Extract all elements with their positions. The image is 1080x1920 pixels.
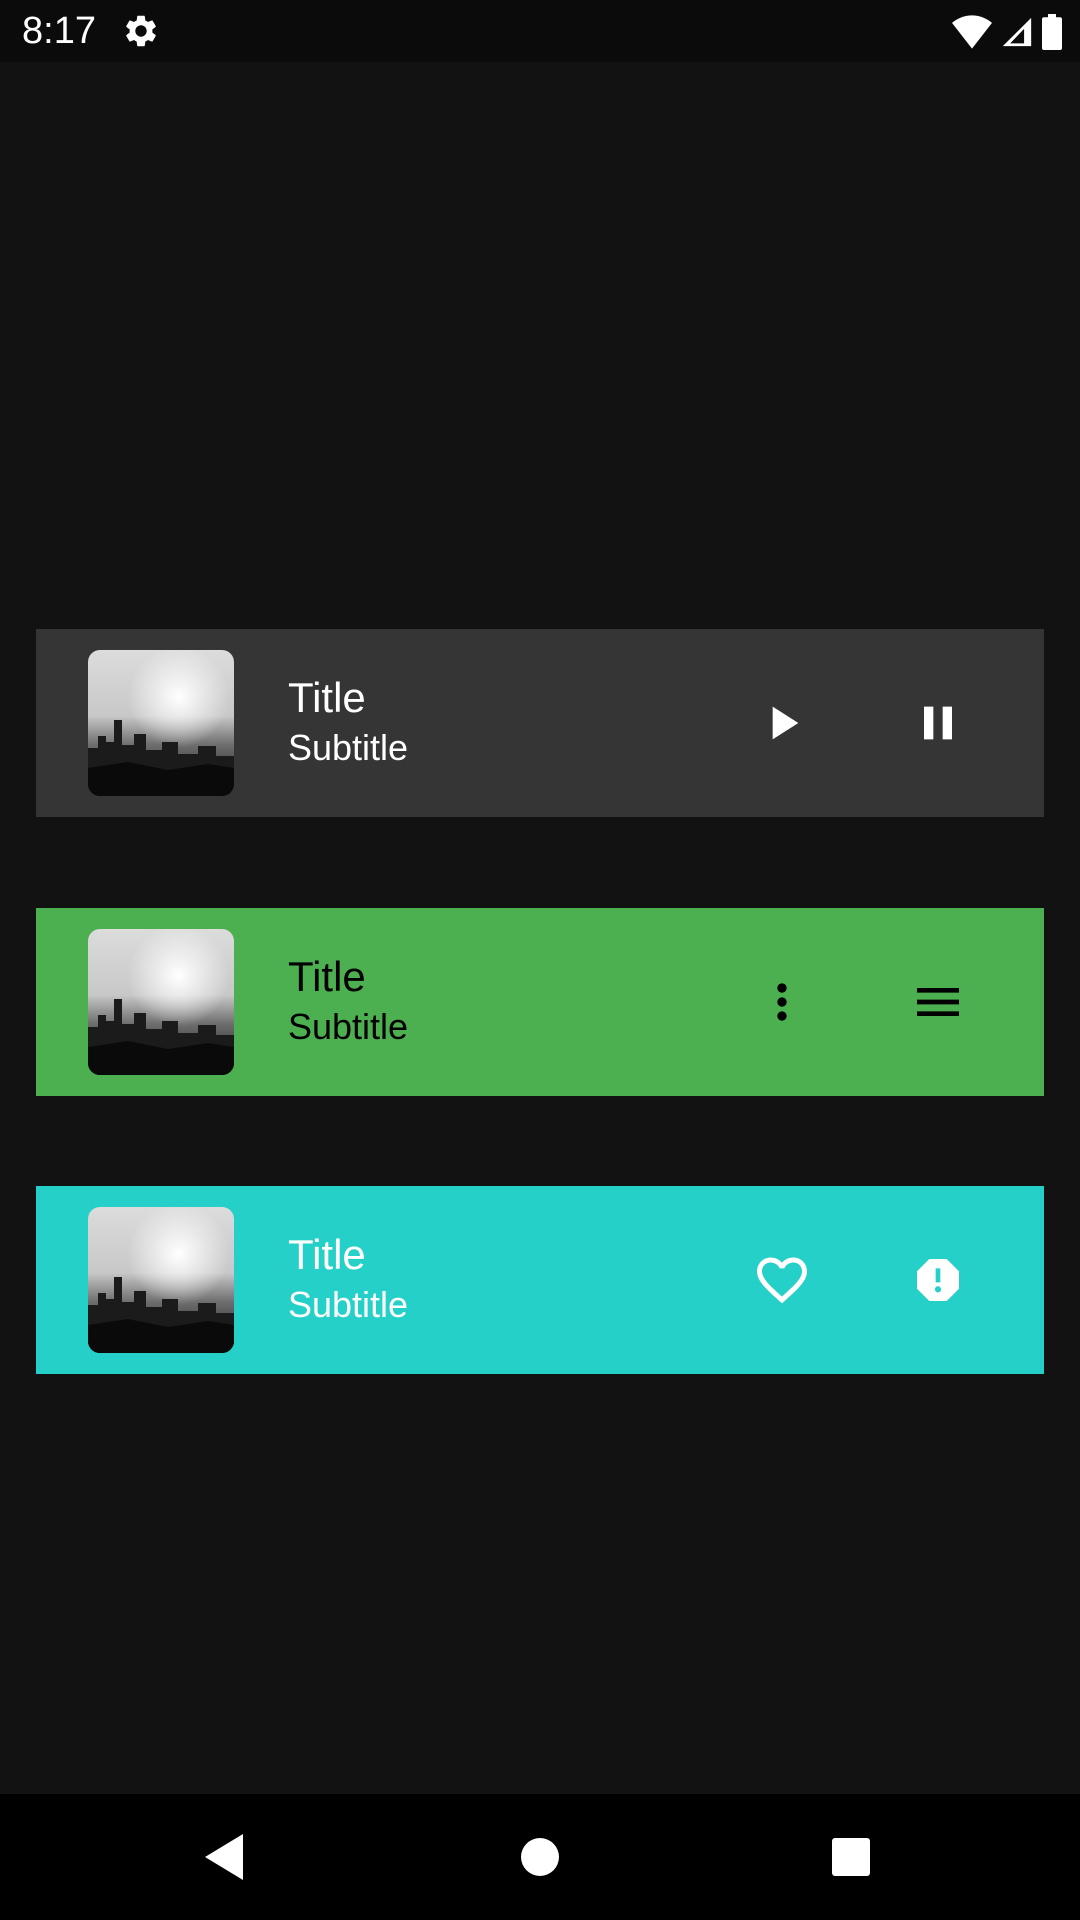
home-button[interactable] bbox=[507, 1824, 573, 1890]
battery-icon bbox=[1042, 14, 1062, 50]
back-button[interactable] bbox=[191, 1824, 257, 1890]
play-icon bbox=[772, 706, 799, 740]
pause-icon bbox=[924, 706, 952, 740]
home-icon bbox=[521, 1838, 559, 1876]
play-button[interactable] bbox=[742, 683, 822, 763]
card-subtitle: Subtitle bbox=[288, 1284, 409, 1325]
gear-icon bbox=[122, 12, 160, 50]
card-subtitle: Subtitle bbox=[288, 727, 409, 768]
card-title: Title bbox=[288, 1231, 366, 1278]
card-title: Title bbox=[288, 674, 366, 721]
thumbnail-image bbox=[88, 1207, 234, 1353]
more-vert-icon bbox=[777, 983, 787, 1021]
media-card-3[interactable]: Title Subtitle bbox=[36, 1186, 1044, 1374]
favorite-button[interactable] bbox=[742, 1240, 822, 1320]
recents-button[interactable] bbox=[818, 1824, 884, 1890]
thumbnail-image bbox=[88, 650, 234, 796]
alert-octagon-icon bbox=[917, 1259, 959, 1301]
status-time: 8:17 bbox=[22, 10, 96, 52]
pause-button[interactable] bbox=[898, 683, 978, 763]
card-subtitle: Subtitle bbox=[288, 1006, 409, 1047]
more-options-button[interactable] bbox=[742, 962, 822, 1042]
wifi-icon bbox=[952, 15, 992, 49]
cell-signal-icon bbox=[1000, 15, 1034, 49]
recents-icon bbox=[832, 1838, 870, 1876]
status-bar: 8:17 bbox=[0, 0, 1080, 62]
menu-icon bbox=[917, 988, 959, 1016]
heart-outline-icon bbox=[757, 1257, 807, 1304]
screen: 8:17 Title Subtitle Title Subtitle Title… bbox=[0, 0, 1080, 1920]
thumbnail-image bbox=[88, 929, 234, 1075]
menu-button[interactable] bbox=[898, 962, 978, 1042]
card-title: Title bbox=[288, 953, 366, 1000]
media-card-1[interactable]: Title Subtitle bbox=[36, 629, 1044, 817]
back-icon bbox=[205, 1834, 243, 1880]
status-icons bbox=[952, 12, 1062, 52]
media-card-2[interactable]: Title Subtitle bbox=[36, 908, 1044, 1096]
report-button[interactable] bbox=[898, 1240, 978, 1320]
navigation-bar bbox=[0, 1794, 1080, 1920]
